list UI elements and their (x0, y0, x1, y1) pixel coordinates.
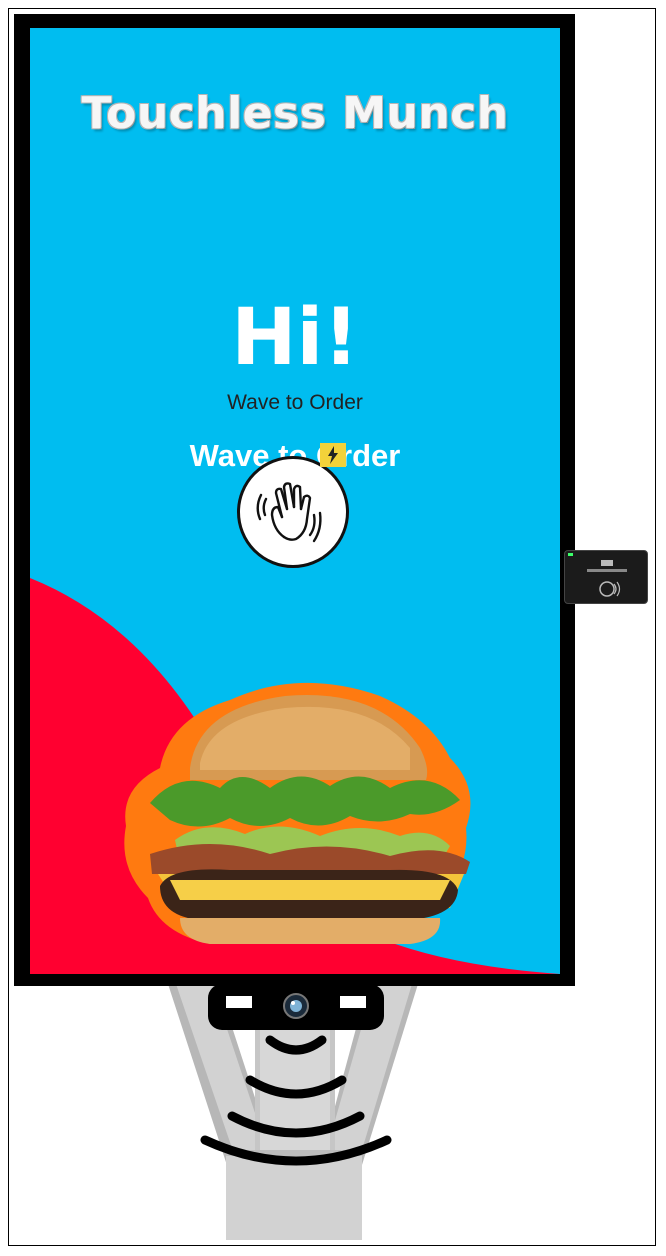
kiosk-screen: Touchless Munch Hi! Wave to Order Wave t… (30, 28, 560, 974)
wave-to-order-button[interactable] (237, 456, 349, 568)
motion-sensor-waves-icon (200, 1035, 392, 1166)
waving-hand-icon (256, 482, 322, 543)
greeting-heading: Hi! (231, 293, 359, 383)
camera-icon (283, 993, 309, 1019)
app-title: Touchless Munch (81, 88, 509, 139)
contactless-card-reader-icon[interactable] (564, 550, 648, 604)
greeting-subtitle: Wave to Order (227, 391, 363, 414)
lightning-bolt-icon (320, 443, 346, 467)
